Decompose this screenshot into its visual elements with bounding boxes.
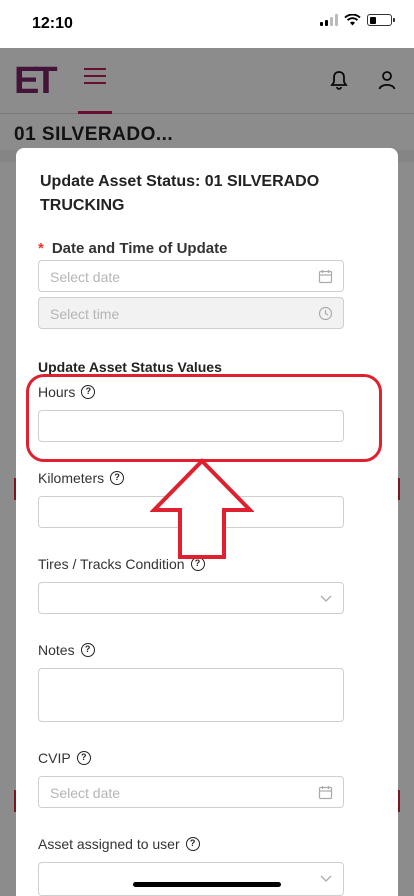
cvip-placeholder: Select date	[50, 785, 121, 801]
modal-title: Update Asset Status: 01 SILVERADO TRUCKI…	[40, 173, 320, 214]
clock-icon	[318, 306, 333, 321]
battery-icon	[367, 14, 395, 26]
tires-condition-select[interactable]	[38, 582, 344, 614]
status-time: 12:10	[32, 15, 73, 32]
calendar-icon	[318, 786, 333, 800]
kilometers-label: Kilometers ?	[38, 470, 125, 486]
home-indicator	[133, 882, 281, 887]
time-placeholder: Select time	[50, 306, 120, 322]
notes-textarea[interactable]	[38, 668, 344, 722]
cvip-date-picker[interactable]: Select date	[38, 776, 344, 808]
assigned-user-select[interactable]	[38, 862, 344, 896]
chevron-down-icon	[320, 595, 332, 602]
help-icon[interactable]: ?	[76, 751, 91, 765]
wifi-icon	[344, 14, 361, 26]
notes-label: Notes ?	[38, 642, 95, 658]
date-time-label: * Date and Time of Update	[38, 240, 228, 257]
cellular-signal-icon	[320, 14, 338, 26]
annotation-up-arrow-icon	[150, 458, 254, 559]
date-placeholder: Select date	[50, 269, 121, 285]
annotation-highlight-box	[26, 374, 382, 462]
help-icon[interactable]: ?	[110, 471, 125, 485]
chevron-down-icon	[320, 875, 332, 882]
update-date-picker[interactable]: Select date	[38, 260, 344, 292]
calendar-icon	[318, 270, 333, 284]
help-icon[interactable]: ?	[80, 643, 95, 657]
cvip-label: CVIP ?	[38, 750, 91, 766]
status-icons	[320, 14, 395, 26]
section-title: Update Asset Status Values	[38, 359, 222, 375]
required-asterisk: *	[38, 240, 44, 257]
status-bar: 12:10	[0, 0, 414, 48]
assigned-user-label: Asset assigned to user ?	[38, 836, 200, 852]
help-icon[interactable]: ?	[185, 837, 200, 851]
update-time-picker[interactable]: Select time	[38, 297, 344, 329]
